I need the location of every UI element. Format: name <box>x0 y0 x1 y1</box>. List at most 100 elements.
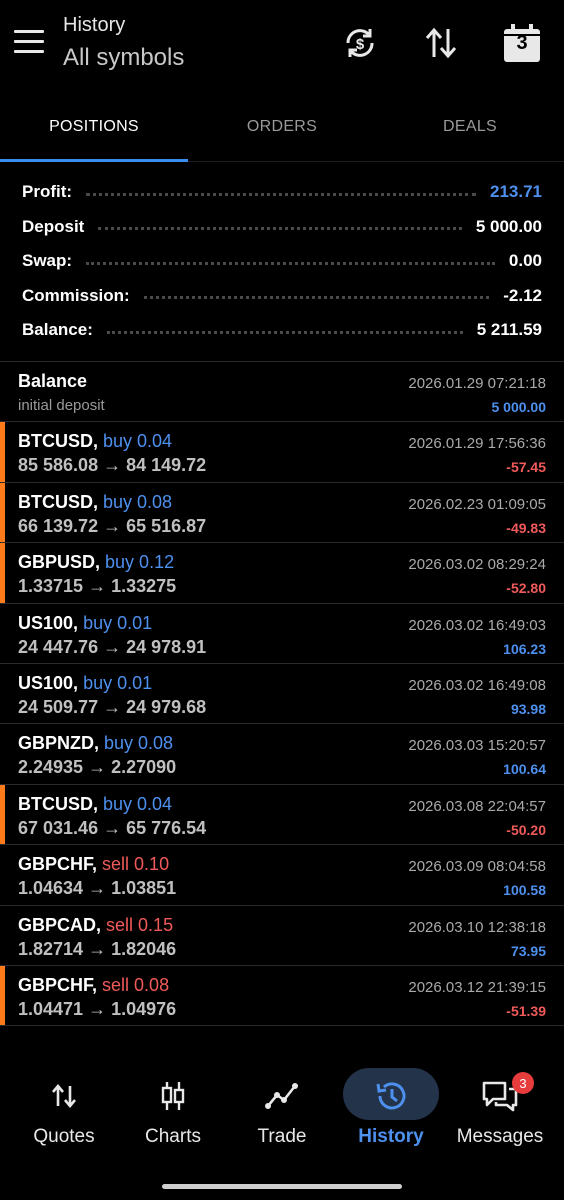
hamburger-menu-icon[interactable] <box>14 30 48 58</box>
currency-sync-icon[interactable]: $ <box>340 22 380 64</box>
balance-amount: 5 000.00 <box>491 399 547 415</box>
nav-label: History <box>358 1126 424 1147</box>
arrows-updown-icon <box>43 1078 85 1114</box>
deal-prices: 85 586.08 → 84 149.72 <box>18 455 207 476</box>
dotted-leader <box>143 296 490 300</box>
loss-marker <box>0 543 5 603</box>
balance-title: Balance <box>18 371 88 391</box>
deal-direction: buy 0.01 <box>83 672 153 693</box>
calendar-icon[interactable]: 3 <box>502 22 542 64</box>
deal-direction: buy 0.08 <box>103 491 173 512</box>
deal-prices: 1.82714 → 1.82046 <box>18 938 177 959</box>
table-row[interactable]: US100, buy 0.01 24 447.76 → 24 978.91 20… <box>0 604 564 664</box>
deal-direction: sell 0.15 <box>106 914 174 935</box>
balance-entry[interactable]: Balance initial deposit 2026.01.29 07:21… <box>0 362 564 423</box>
table-row[interactable]: GBPCHF, sell 0.10 1.04634 → 1.03851 2026… <box>0 845 564 906</box>
deal-date: 2026.03.12 21:39:15 <box>408 978 546 996</box>
history-clock-icon <box>370 1078 412 1114</box>
home-indicator[interactable] <box>162 1184 402 1189</box>
deal-prices: 24 509.77 → 24 979.68 <box>18 696 207 717</box>
loss-marker <box>0 422 5 482</box>
deal-date: 2026.03.02 16:49:08 <box>408 676 546 694</box>
calendar-day: 3 <box>516 32 528 54</box>
summary-value: 213.71 <box>490 182 542 202</box>
deal-date: 2026.03.03 15:20:57 <box>408 737 546 755</box>
deal-prices: 24 447.76 → 24 978.91 <box>18 636 207 657</box>
tab-deals[interactable]: DEALS <box>376 92 564 162</box>
deal-profit: -57.45 <box>506 459 546 476</box>
deal-profit: 106.23 <box>503 640 546 657</box>
deal-direction: sell 0.08 <box>102 974 170 995</box>
deal-date: 2026.03.02 16:49:03 <box>408 616 546 634</box>
deal-direction: sell 0.10 <box>102 854 170 875</box>
deal-symbol: BTCUSD, <box>18 793 98 814</box>
svg-text:$: $ <box>356 36 365 53</box>
symbol-filter[interactable]: All symbols <box>63 44 184 72</box>
positions-list: Balance initial deposit 2026.01.29 07:21… <box>0 362 564 1027</box>
deal-date: 2026.03.09 08:04:58 <box>408 858 546 876</box>
deal-profit: -49.83 <box>506 519 546 536</box>
deal-profit: -52.80 <box>506 580 546 597</box>
deal-profit: -50.20 <box>506 821 546 838</box>
table-row[interactable]: GBPNZD, buy 0.08 2.24935 → 2.27090 2026.… <box>0 724 564 785</box>
summary-label: Deposit <box>22 216 85 236</box>
summary-row-balance: Balance: 5 211.59 <box>0 313 564 348</box>
summary-label: Balance: <box>22 320 93 340</box>
nav-label: Quotes <box>33 1126 95 1147</box>
deal-symbol: GBPCAD, <box>18 914 102 935</box>
nav-quotes[interactable]: Quotes <box>8 1062 120 1162</box>
nav-charts[interactable]: Charts <box>117 1062 229 1162</box>
tab-orders[interactable]: ORDERS <box>188 92 376 162</box>
nav-trade[interactable]: Trade <box>226 1062 338 1162</box>
deal-date: 2026.03.10 12:38:18 <box>408 918 546 936</box>
deal-prices: 1.33715 → 1.33275 <box>18 576 177 597</box>
tab-bar: POSITIONS ORDERS DEALS <box>0 92 564 162</box>
summary-row-deposit: Deposit 5 000.00 <box>0 210 564 245</box>
deal-direction: buy 0.04 <box>103 431 173 452</box>
summary-row-commission: Commission: -2.12 <box>0 279 564 314</box>
active-tab-indicator <box>0 159 188 162</box>
table-row[interactable]: BTCUSD, buy 0.08 66 139.72 → 65 516.87 2… <box>0 482 564 544</box>
unread-badge: 3 <box>512 1072 534 1094</box>
summary-label: Commission: <box>22 285 130 305</box>
table-row[interactable]: BTCUSD, buy 0.04 67 031.46 → 65 776.54 2… <box>0 784 564 846</box>
nav-label: Charts <box>145 1126 201 1147</box>
trend-line-icon <box>261 1078 303 1114</box>
sort-icon[interactable] <box>421 22 461 64</box>
nav-messages[interactable]: 3 Messages <box>444 1062 556 1162</box>
deal-direction: buy 0.01 <box>83 612 153 633</box>
table-row[interactable]: BTCUSD, buy 0.04 85 586.08 → 84 149.72 2… <box>0 422 564 483</box>
deal-direction: buy 0.04 <box>103 793 173 814</box>
title-block[interactable]: History All symbols <box>63 14 184 72</box>
table-row[interactable]: GBPUSD, buy 0.12 1.33715 → 1.33275 2026.… <box>0 543 564 604</box>
summary-value: 5 000.00 <box>475 216 542 236</box>
deal-symbol: GBPUSD, <box>18 552 101 573</box>
deal-direction: buy 0.12 <box>105 552 175 573</box>
dotted-leader <box>98 227 462 231</box>
table-row[interactable]: US100, buy 0.01 24 509.77 → 24 979.68 20… <box>0 664 564 725</box>
app-bar: History All symbols $ 3 <box>0 0 564 92</box>
summary-label: Profit: <box>22 182 73 202</box>
deal-date: 2026.03.02 08:29:24 <box>408 556 546 574</box>
deal-profit: 100.64 <box>503 761 546 778</box>
summary-panel: Profit: 213.71 Deposit 5 000.00 Swap: 0.… <box>0 175 564 348</box>
summary-value: 5 211.59 <box>476 320 542 340</box>
deal-symbol: GBPCHF, <box>18 974 98 995</box>
loss-marker <box>0 965 5 1026</box>
candlestick-icon <box>152 1078 194 1114</box>
deal-prices: 1.04471 → 1.04976 <box>18 998 177 1019</box>
deal-profit: 73.95 <box>510 942 546 959</box>
page-title: History <box>63 14 126 36</box>
loss-marker <box>0 784 5 845</box>
tab-positions[interactable]: POSITIONS <box>0 92 188 162</box>
dotted-leader <box>106 330 463 334</box>
deal-profit: 93.98 <box>510 700 546 717</box>
nav-history[interactable]: History <box>335 1062 447 1162</box>
deal-symbol: GBPNZD, <box>18 733 99 754</box>
summary-value: 0.00 <box>508 251 542 271</box>
dotted-leader <box>86 261 495 265</box>
table-row[interactable]: GBPCHF, sell 0.08 1.04471 → 1.04976 2026… <box>0 965 564 1027</box>
table-row[interactable]: GBPCAD, sell 0.15 1.82714 → 1.82046 2026… <box>0 906 564 966</box>
nav-label: Trade <box>257 1126 307 1147</box>
deal-symbol: GBPCHF, <box>18 854 98 875</box>
